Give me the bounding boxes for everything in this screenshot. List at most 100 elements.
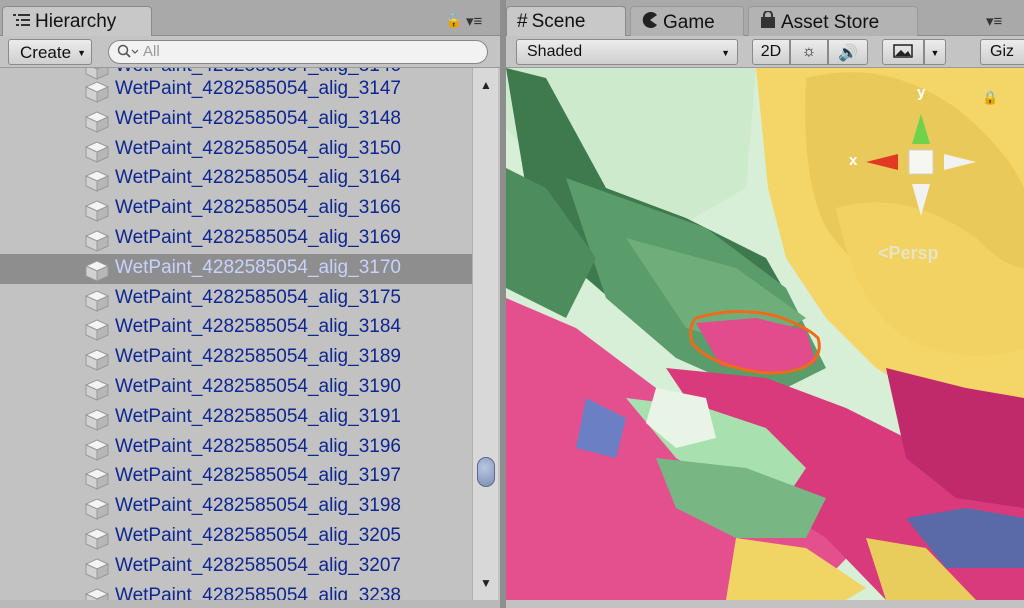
- list-item-label: WetPaint_4282585054_alig_3164: [115, 167, 401, 189]
- list-item-label: WetPaint_4282585054_alig_3175: [115, 286, 401, 308]
- cube-icon: [85, 528, 109, 550]
- list-item-label: WetPaint_4282585054_alig_3190: [115, 376, 401, 397]
- list-icon: [13, 11, 31, 33]
- cube-icon: [85, 439, 109, 461]
- cube-icon: [85, 81, 109, 103]
- audio-toggle-button[interactable]: 🔊: [828, 39, 868, 65]
- scrollbar-thumb[interactable]: [477, 457, 495, 487]
- list-item[interactable]: WetPaint_4282585054_alig_3150: [0, 135, 472, 165]
- list-item[interactable]: WetPaint_4282585054_alig_3184: [0, 313, 472, 343]
- gizmos-label: Giz: [990, 43, 1014, 60]
- list-item[interactable]: WetPaint_4282585054_alig_3148: [0, 105, 472, 135]
- shading-mode-label: Shaded: [527, 43, 583, 60]
- list-item[interactable]: WetPaint_4282585054_alig_3238: [0, 582, 472, 600]
- cube-icon: [85, 588, 109, 600]
- list-item[interactable]: WetPaint_4282585054_alig_3191: [0, 403, 472, 433]
- tab-scene[interactable]: # Scene: [506, 6, 626, 37]
- cube-icon: [85, 498, 109, 520]
- scene-tabbar: # Scene Game Asset Store ▾≡: [506, 0, 1024, 37]
- pacman-icon: [641, 11, 659, 35]
- tab-game[interactable]: Game: [630, 6, 744, 37]
- tab-asset-store-label: Asset Store: [781, 12, 880, 34]
- cube-icon: [85, 111, 109, 133]
- chevron-down-icon: ▼: [77, 48, 86, 58]
- lighting-toggle-button[interactable]: ☼: [790, 39, 828, 65]
- cube-icon: [85, 200, 109, 222]
- scene-toolbar: Shaded ▼ 2D ☼ 🔊 ▼ Giz: [506, 36, 1024, 68]
- list-item-selected[interactable]: WetPaint_4282585054_alig_3170: [0, 253, 472, 284]
- list-item[interactable]: WetPaint_4282585054_alig_3189: [0, 343, 472, 373]
- list-item-label: WetPaint_4282585054_alig_3169: [115, 227, 401, 248]
- shading-mode-dropdown[interactable]: Shaded ▼: [516, 39, 738, 65]
- cube-icon: [85, 379, 109, 401]
- gizmo-lock-icon[interactable]: 🔒: [982, 90, 998, 106]
- cube-icon: [85, 260, 109, 282]
- list-item-label: WetPaint_4282585054_alig_3191: [115, 405, 401, 427]
- cube-icon: [85, 558, 109, 580]
- gizmo-x-label: x: [849, 152, 858, 169]
- gizmos-dropdown[interactable]: Giz: [980, 39, 1024, 65]
- cube-icon: [85, 349, 109, 371]
- hierarchy-panel: Hierarchy 🔒 ▾≡ Create ▼ All WetPaint_428…: [0, 0, 500, 608]
- list-item[interactable]: WetPaint_4282585054_alig_3190: [0, 373, 472, 403]
- vertical-scrollbar[interactable]: ▲ ▼: [472, 68, 498, 600]
- list-item[interactable]: WetPaint_4282585054_alig_3197: [0, 462, 472, 492]
- effects-toggle-button[interactable]: [882, 39, 924, 65]
- list-item-label: WetPaint_4282585054_alig_3205: [115, 525, 401, 546]
- list-item[interactable]: WetPaint_4282585054_alig_3164: [0, 164, 472, 194]
- list-item[interactable]: WetPaint_4282585054_alig_3166: [0, 194, 472, 224]
- tab-asset-store[interactable]: Asset Store: [748, 6, 918, 37]
- search-icon: [117, 44, 139, 63]
- list-item[interactable]: WetPaint_4282585054_alig_3175: [0, 284, 472, 314]
- panel-menu-icon[interactable]: ▾≡: [986, 12, 1002, 30]
- chevron-down-icon: ▼: [721, 48, 730, 58]
- cube-icon: [85, 141, 109, 163]
- 2d-toggle-button[interactable]: 2D: [752, 39, 790, 65]
- image-icon: [893, 44, 913, 63]
- tab-hierarchy-label: Hierarchy: [35, 11, 117, 33]
- grid-icon: #: [517, 11, 528, 32]
- hierarchy-toolbar: Create ▼ All: [0, 36, 500, 68]
- 2d-label: 2D: [760, 43, 782, 60]
- list-item-label: WetPaint_4282585054_alig_3170: [115, 256, 401, 278]
- scroll-down-icon[interactable]: ▼: [480, 576, 492, 590]
- effects-dropdown[interactable]: ▼: [924, 39, 946, 65]
- create-button-label: Create: [20, 43, 72, 62]
- projection-label: Persp: [888, 243, 939, 263]
- lock-icon[interactable]: 🔒: [445, 12, 462, 29]
- sun-icon: ☼: [801, 43, 817, 60]
- list-item[interactable]: WetPaint_4282585054_alig_3196: [0, 433, 472, 463]
- list-item[interactable]: WetPaint_4282585054_alig_3169: [0, 224, 472, 254]
- horizontal-scrollbar[interactable]: [0, 600, 500, 608]
- panel-menu-icon[interactable]: ▾≡: [466, 12, 482, 30]
- list-item-label: WetPaint_4282585054_alig_3198: [115, 495, 401, 517]
- list-item-label: WetPaint_4282585054_alig_3197: [115, 465, 401, 487]
- list-item[interactable]: WetPaint_4282585054_alig_3207: [0, 552, 472, 582]
- list-item[interactable]: WetPaint_4282585054_alig_3198: [0, 492, 472, 522]
- tab-scene-label: Scene: [531, 11, 586, 33]
- list-item-label: WetPaint_4282585054_alig_3147: [115, 78, 401, 99]
- scene-viewport[interactable]: y x <Persp 🔒: [506, 68, 1024, 600]
- list-item[interactable]: WetPaint_4282585054_alig_3205: [0, 522, 472, 552]
- list-item-label: WetPaint_4282585054_alig_3150: [115, 137, 401, 159]
- scroll-up-icon[interactable]: ▲: [480, 78, 492, 92]
- cube-icon: [85, 290, 109, 312]
- search-placeholder: All: [143, 43, 160, 60]
- tab-hierarchy[interactable]: Hierarchy: [2, 6, 152, 37]
- axis-gizmo-icon: [866, 114, 976, 216]
- chevron-left-icon: <: [878, 243, 889, 263]
- list-item-label: WetPaint_4282585054_alig_3166: [115, 197, 401, 219]
- list-item-label: WetPaint_4282585054_alig_3238: [115, 584, 401, 600]
- cube-icon: [85, 468, 109, 491]
- gizmo-y-label: y: [917, 84, 926, 101]
- list-item-label: WetPaint_4282585054_alig_3189: [115, 346, 401, 368]
- list-item-label: WetPaint_4282585054_alig_3184: [115, 316, 401, 338]
- search-input[interactable]: All: [108, 40, 488, 64]
- orientation-gizmo[interactable]: y x: [846, 84, 976, 234]
- projection-toggle[interactable]: <Persp: [878, 243, 939, 264]
- shopping-bag-icon: [759, 10, 777, 35]
- create-button[interactable]: Create ▼: [8, 39, 92, 65]
- list-item[interactable]: WetPaint_4282585054_alig_3147: [0, 75, 472, 105]
- list-item-label: WetPaint_4282585054_alig_3196: [115, 435, 401, 457]
- cube-icon: [85, 230, 109, 252]
